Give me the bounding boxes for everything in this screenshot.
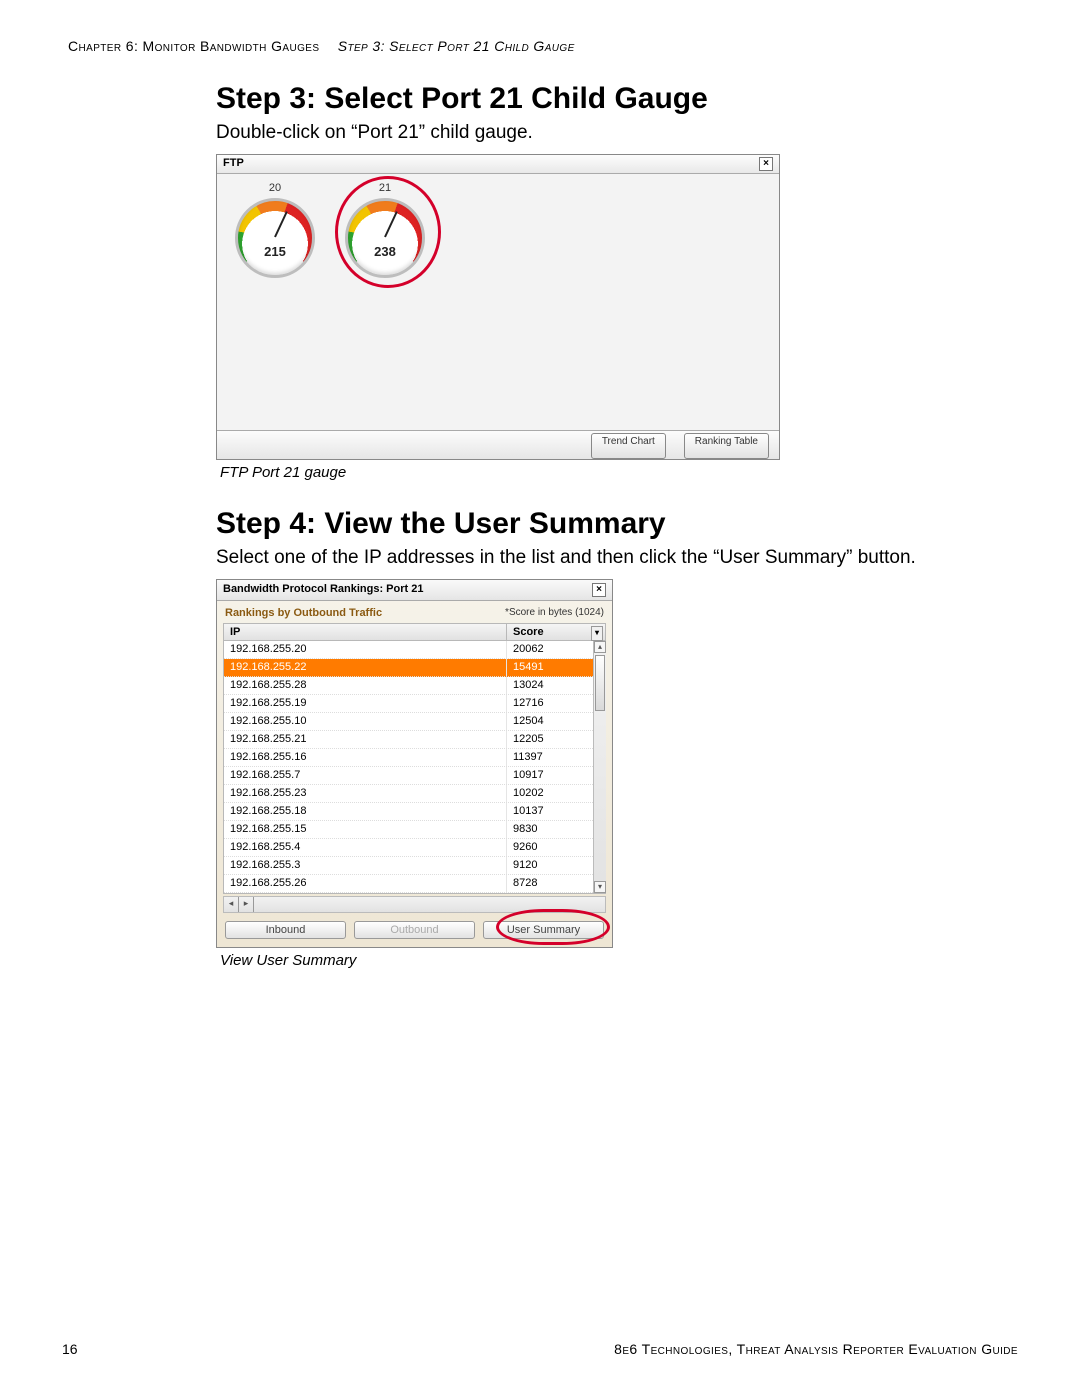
sort-indicator-icon[interactable]: ▾	[591, 626, 603, 641]
rankings-window-title: Bandwidth Protocol Rankings: Port 21	[223, 583, 423, 597]
highlight-annotation	[335, 176, 441, 288]
ftp-window-title: FTP	[223, 157, 244, 171]
table-row[interactable]: 192.168.255.2813024	[224, 677, 605, 695]
table-row[interactable]: 192.168.255.2310202	[224, 785, 605, 803]
table-row[interactable]: 192.168.255.2215491	[224, 659, 605, 677]
table-row[interactable]: 192.168.255.159830	[224, 821, 605, 839]
gauge-dial-icon: 215	[235, 198, 315, 278]
ranking-table-button[interactable]: Ranking Table	[684, 433, 769, 459]
cell-score: 12716	[507, 695, 605, 712]
cell-score: 20062	[507, 641, 605, 658]
chapter-label: Chapter 6: Monitor Bandwidth Gauges	[68, 38, 319, 54]
page-number: 16	[62, 1341, 78, 1357]
rankings-window: Bandwidth Protocol Rankings: Port 21 × R…	[216, 579, 613, 948]
cell-ip: 192.168.255.7	[224, 767, 507, 784]
cell-ip: 192.168.255.10	[224, 713, 507, 730]
cell-ip: 192.168.255.3	[224, 857, 507, 874]
close-icon[interactable]: ×	[592, 583, 606, 597]
table-row[interactable]: 192.168.255.2020062	[224, 641, 605, 659]
cell-score: 15491	[507, 659, 605, 676]
cell-score: 8728	[507, 875, 605, 892]
outbound-button[interactable]: Outbound	[354, 921, 475, 939]
score-unit-note: *Score in bytes (1024)	[505, 607, 604, 619]
table-row[interactable]: 192.168.255.1912716	[224, 695, 605, 713]
table-row[interactable]: 192.168.255.1012504	[224, 713, 605, 731]
ftp-gauge-window: FTP × 20 215 21238 Trend Chart Ranking Tab…	[216, 154, 780, 460]
horizontal-scrollbar[interactable]: ◂ ▸	[223, 896, 606, 913]
column-header-ip[interactable]: IP	[224, 624, 507, 640]
user-summary-button[interactable]: User Summary	[483, 921, 604, 939]
gauge-port-21[interactable]: 21238	[345, 182, 425, 278]
cell-score: 10202	[507, 785, 605, 802]
table-row[interactable]: 192.168.255.268728	[224, 875, 605, 893]
step4-heading: Step 4: View the User Summary	[216, 507, 1046, 541]
rankings-table: IP Score ▾ ▴ ▾ 192.168.255.2020062192.16…	[223, 623, 606, 894]
cell-ip: 192.168.255.23	[224, 785, 507, 802]
gauge-value: 215	[264, 244, 286, 259]
table-row[interactable]: 192.168.255.1611397	[224, 749, 605, 767]
step3-heading: Step 3: Select Port 21 Child Gauge	[216, 82, 1046, 116]
step3-body: Double-click on “Port 21” child gauge.	[216, 122, 1046, 144]
scroll-up-icon[interactable]: ▴	[594, 641, 606, 653]
close-icon[interactable]: ×	[759, 157, 773, 171]
cell-score: 12205	[507, 731, 605, 748]
rankings-subtitle: Rankings by Outbound Traffic	[225, 607, 382, 619]
trend-chart-button[interactable]: Trend Chart	[591, 433, 666, 459]
table-row[interactable]: 192.168.255.49260	[224, 839, 605, 857]
cell-score: 12504	[507, 713, 605, 730]
ftp-gauge-area: 20 215 21238	[217, 174, 779, 430]
cell-ip: 192.168.255.18	[224, 803, 507, 820]
cell-ip: 192.168.255.22	[224, 659, 507, 676]
vertical-scrollbar[interactable]: ▴ ▾	[593, 641, 606, 893]
step-reference: Step 3: Select Port 21 Child Gauge	[338, 38, 575, 54]
cell-ip: 192.168.255.15	[224, 821, 507, 838]
cell-score: 11397	[507, 749, 605, 766]
cell-ip: 192.168.255.21	[224, 731, 507, 748]
book-title: 8e6 Technologies, Threat Analysis Report…	[614, 1341, 1018, 1357]
cell-ip: 192.168.255.20	[224, 641, 507, 658]
table-row[interactable]: 192.168.255.2112205	[224, 731, 605, 749]
scroll-down-icon[interactable]: ▾	[594, 881, 606, 893]
cell-ip: 192.168.255.28	[224, 677, 507, 694]
figure2-caption: View User Summary	[220, 952, 1046, 969]
gauge-port-label: 20	[235, 182, 315, 194]
table-row[interactable]: 192.168.255.710917	[224, 767, 605, 785]
figure1-caption: FTP Port 21 gauge	[220, 464, 1046, 481]
cell-ip: 192.168.255.4	[224, 839, 507, 856]
scroll-thumb[interactable]	[595, 655, 605, 711]
scroll-right-icon[interactable]: ▸	[239, 897, 254, 912]
cell-ip: 192.168.255.16	[224, 749, 507, 766]
inbound-button[interactable]: Inbound	[225, 921, 346, 939]
cell-score: 13024	[507, 677, 605, 694]
step4-body: Select one of the IP addresses in the li…	[216, 547, 1046, 569]
gauge-port-20[interactable]: 20 215	[235, 182, 315, 278]
scroll-left-icon[interactable]: ◂	[224, 897, 239, 912]
table-row[interactable]: 192.168.255.39120	[224, 857, 605, 875]
cell-ip: 192.168.255.26	[224, 875, 507, 892]
cell-score: 9830	[507, 821, 605, 838]
cell-score: 9260	[507, 839, 605, 856]
cell-score: 10137	[507, 803, 605, 820]
column-header-score[interactable]: Score ▾	[507, 624, 605, 640]
cell-score: 9120	[507, 857, 605, 874]
cell-score: 10917	[507, 767, 605, 784]
table-row[interactable]: 192.168.255.1810137	[224, 803, 605, 821]
running-header: Chapter 6: Monitor Bandwidth Gauges Step…	[62, 38, 1018, 54]
cell-ip: 192.168.255.19	[224, 695, 507, 712]
